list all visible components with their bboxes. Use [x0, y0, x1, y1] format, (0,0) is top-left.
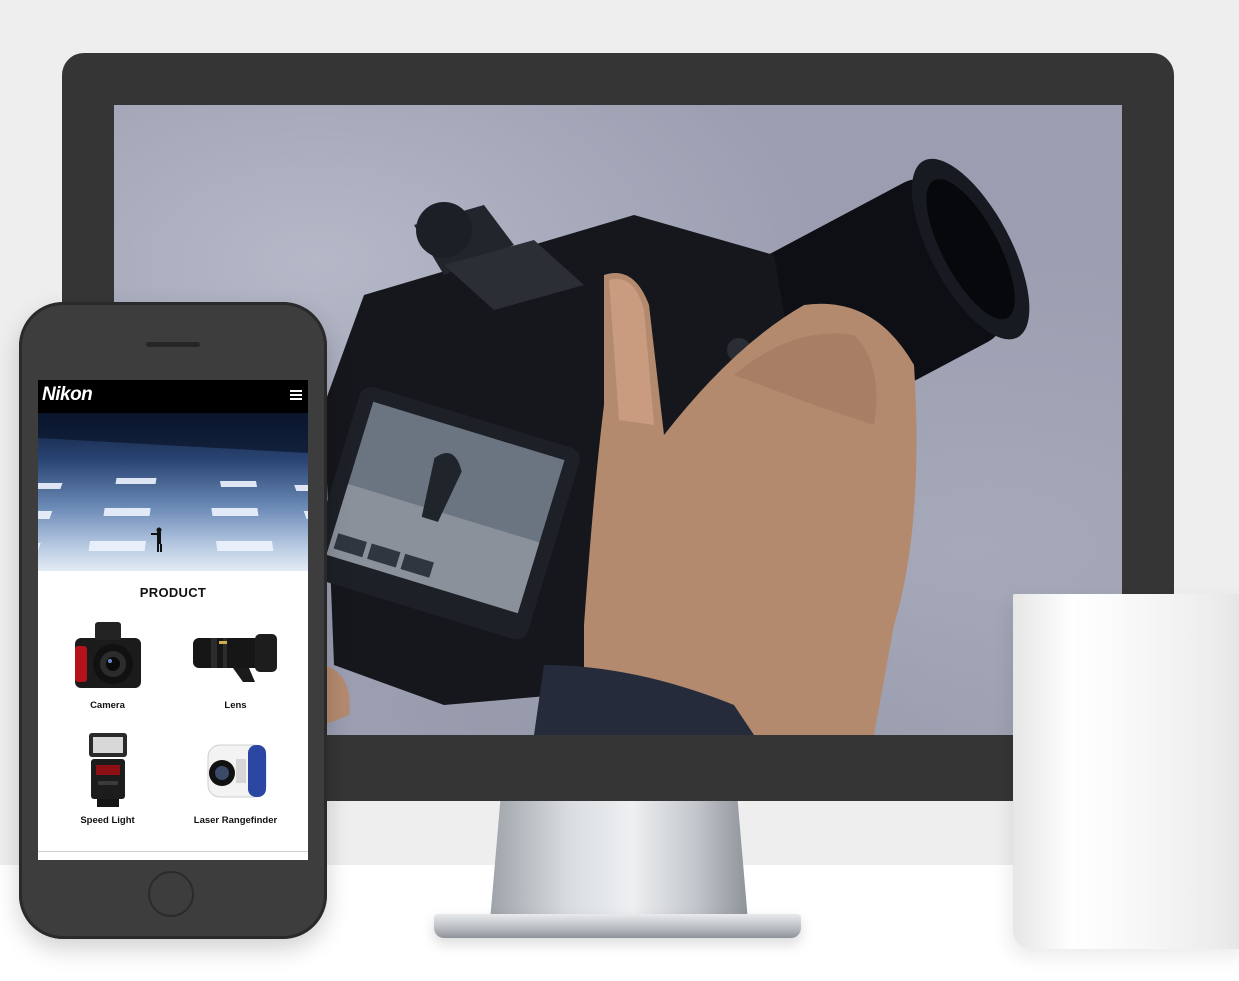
flash-icon	[83, 731, 133, 809]
mobile-header: Nikon	[38, 380, 308, 413]
product-section-title: PRODUCT	[139, 585, 207, 600]
product-label: Camera	[90, 700, 125, 711]
mobile-phone: Nikon PRODUCT Camera Lens Speed Light La…	[19, 302, 327, 939]
phone-speaker	[146, 342, 200, 347]
monitor-stand-base	[434, 914, 801, 938]
lens-icon	[189, 616, 283, 694]
white-mug	[1013, 594, 1239, 949]
hamburger-menu-icon[interactable]	[290, 390, 302, 402]
product-speed-light[interactable]: Speed Light	[40, 731, 175, 826]
product-lens[interactable]: Lens	[168, 616, 303, 711]
brand-logo[interactable]: Nikon	[42, 384, 93, 406]
phone-home-button[interactable]	[148, 871, 194, 917]
rangefinder-icon	[198, 731, 274, 809]
hero-image	[38, 413, 308, 553]
monitor-stand	[490, 801, 748, 921]
mobile-screen: Nikon PRODUCT Camera Lens Speed Light La…	[38, 380, 308, 860]
product-label: Speed Light	[80, 815, 135, 826]
mobile-hero-banner	[38, 413, 308, 571]
product-label: Laser Rangefinder	[193, 815, 278, 826]
product-camera[interactable]: Camera	[40, 616, 175, 711]
section-divider	[38, 851, 308, 852]
product-label: Lens	[224, 700, 247, 711]
camera-icon	[69, 616, 147, 694]
product-laser-rangefinder[interactable]: Laser Rangefinder	[168, 731, 303, 826]
